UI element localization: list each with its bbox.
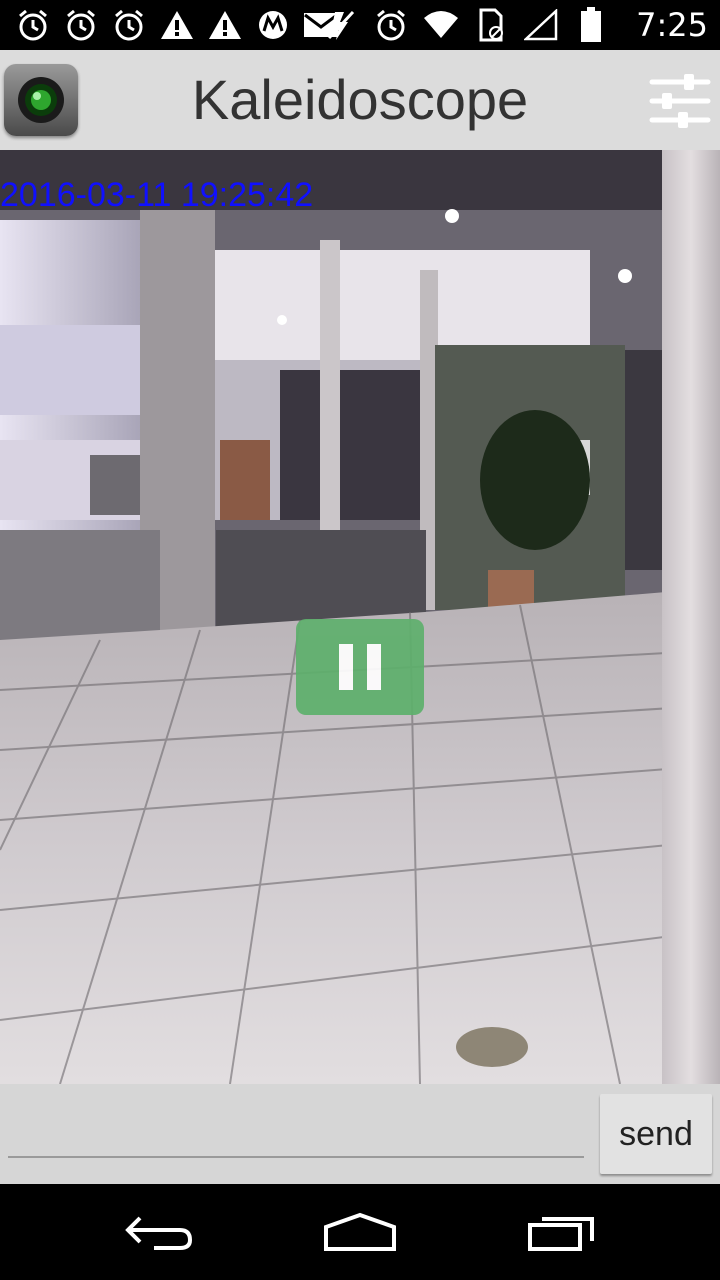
alarm-icon [62, 6, 100, 44]
warning-icon [206, 6, 244, 44]
motorola-icon [254, 6, 292, 44]
status-bar: 7:25 [0, 0, 720, 50]
app-title: Kaleidoscope [191, 68, 529, 131]
mute-icon [322, 6, 360, 44]
home-icon[interactable] [315, 1204, 405, 1260]
alarm-icon [110, 6, 148, 44]
wifi-icon [422, 6, 460, 44]
camera-lens-icon[interactable] [4, 64, 78, 136]
sliders-icon[interactable] [648, 72, 712, 130]
notification-icons [14, 6, 340, 44]
timestamp-overlay: 2016-03-11 19:25:42 [0, 176, 314, 214]
battery-icon [572, 6, 610, 44]
warning-icon [158, 6, 196, 44]
action-bar: Kaleidoscope [0, 50, 720, 150]
pause-button[interactable] [296, 619, 424, 715]
sim-icon [472, 6, 510, 44]
message-input[interactable] [8, 1102, 584, 1158]
clock: 7:25 [636, 6, 708, 44]
pause-icon-bar-right [367, 644, 381, 690]
camera-preview[interactable]: 2016-03-11 19:25:42 [0, 150, 720, 1084]
alarm-icon [372, 6, 410, 44]
signal-icon [522, 6, 560, 44]
message-bar: send [0, 1084, 720, 1184]
camera-scene [0, 150, 720, 1084]
pause-icon-bar-left [339, 644, 353, 690]
system-icons [322, 6, 610, 44]
back-icon[interactable] [115, 1204, 205, 1260]
recents-icon[interactable] [517, 1204, 607, 1260]
alarm-icon [14, 6, 52, 44]
navigation-bar [0, 1184, 720, 1280]
send-button[interactable]: send [600, 1094, 712, 1174]
